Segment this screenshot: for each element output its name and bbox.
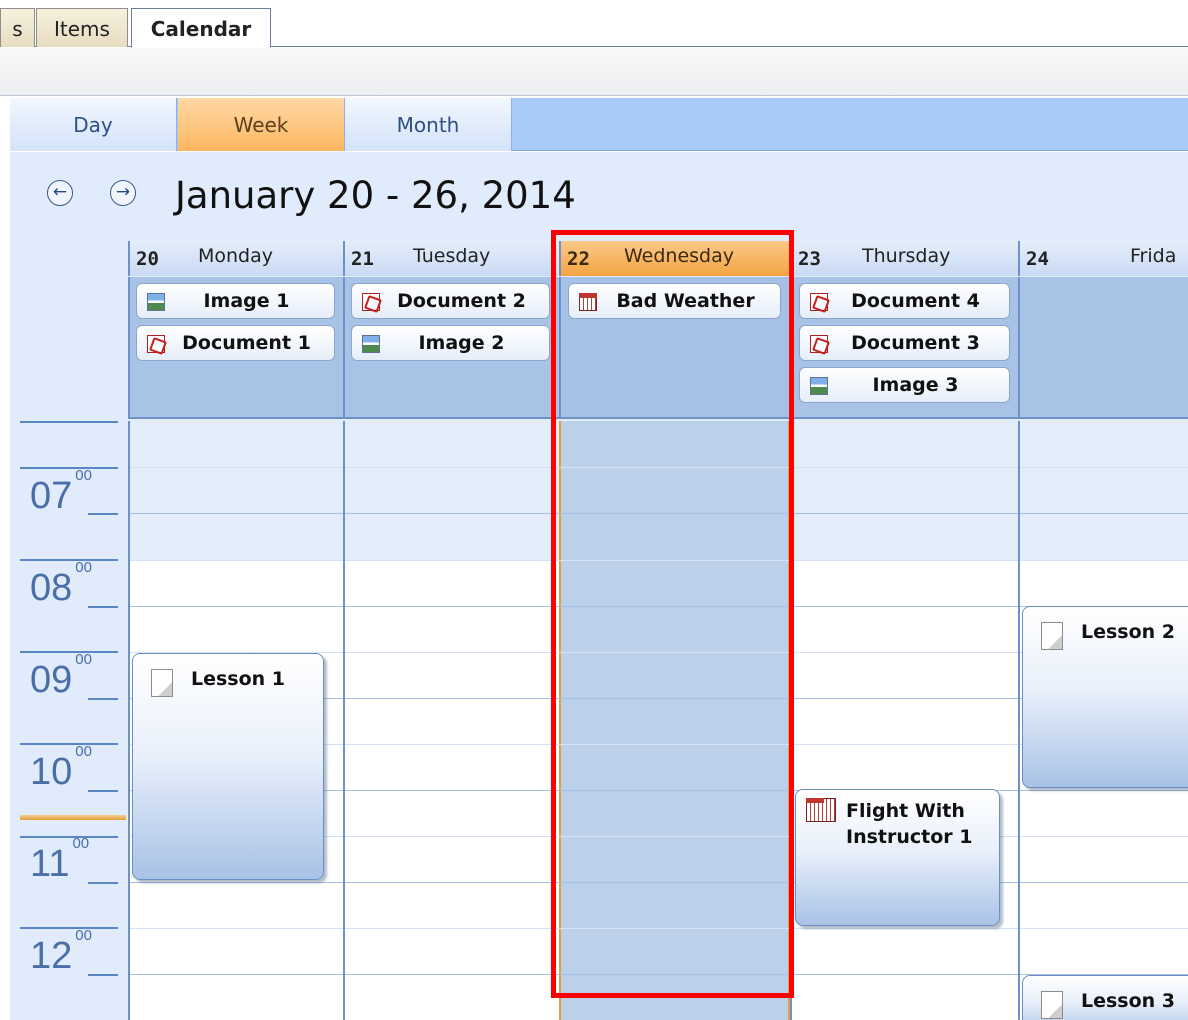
day-number: 24 (1026, 248, 1049, 270)
minutes-text: 00 (75, 927, 92, 945)
appointment-title: Flight With Instructor 1 (846, 798, 973, 850)
allday-event-document-2[interactable]: Document 2 (351, 283, 550, 319)
gutter-line (88, 790, 118, 792)
appointment-lesson-2[interactable]: Lesson 2 (1022, 606, 1188, 788)
document-icon (1041, 991, 1063, 1019)
toolbar (0, 48, 1188, 96)
time-label-11: 11 00 (30, 835, 89, 886)
event-label: Document 4 (851, 290, 980, 312)
tab-partial[interactable]: s (0, 8, 35, 47)
gutter-line (20, 743, 118, 745)
view-label: Month (396, 112, 460, 137)
day-number: 23 (798, 248, 821, 270)
time-label-07: 07 00 (30, 467, 92, 518)
allday-event-document-1[interactable]: Document 1 (136, 325, 335, 361)
gutter-line (20, 559, 118, 561)
allday-event-image-2[interactable]: Image 2 (351, 325, 550, 361)
tab-calendar[interactable]: Calendar (131, 8, 271, 48)
event-label: Image 3 (872, 374, 959, 396)
gutter-line (20, 651, 118, 653)
allday-event-document-3[interactable]: Document 3 (799, 325, 1010, 361)
day-name: Thursday (862, 245, 951, 267)
gutter-line (88, 606, 118, 608)
minutes-text: 00 (72, 835, 90, 853)
appointment-title: Lesson 3 (1081, 990, 1176, 1012)
event-label: Document 2 (397, 290, 526, 312)
appointment-flight-with-instructor-1[interactable]: Flight With Instructor 1 (795, 789, 1000, 926)
time-label-09: 09 00 (30, 651, 92, 702)
calendar-event-icon (806, 798, 836, 822)
arrow-right-circle-icon[interactable]: → (110, 180, 136, 206)
hour-text: 09 (30, 659, 73, 701)
tab-strip: s Items Calendar (0, 0, 1188, 48)
minutes-text: 00 (75, 743, 92, 761)
day-header-tuesday[interactable]: 21 Tuesday (343, 241, 558, 276)
minutes-text: 00 (75, 467, 92, 485)
day-name: Frida (1130, 245, 1177, 267)
tab-label: s (12, 17, 23, 41)
view-switch-bar: Day Week Month (10, 98, 1188, 151)
gutter-line (20, 467, 118, 469)
view-label: Week (233, 112, 289, 137)
day-header-friday[interactable]: 24 Frida (1018, 241, 1188, 276)
gutter-line (88, 698, 118, 700)
gutter-line (20, 421, 118, 423)
hour-text: 11 (30, 843, 70, 885)
appointment-lesson-3[interactable]: Lesson 3 (1022, 975, 1188, 1020)
hour-text: 12 (30, 935, 73, 977)
day-number: 20 (136, 248, 159, 270)
tab-items[interactable]: Items (36, 8, 128, 47)
appointment-title-line-1: Flight With (846, 800, 965, 822)
minutes-text: 00 (75, 559, 92, 577)
event-label: Document 3 (851, 332, 980, 354)
minutes-text: 00 (75, 651, 92, 669)
gutter-line (88, 882, 118, 884)
allday-event-image-3[interactable]: Image 3 (799, 367, 1010, 403)
appointment-title: Lesson 1 (191, 668, 286, 690)
column-divider (1018, 421, 1020, 1020)
event-label: Image 1 (203, 290, 290, 312)
date-range-title: January 20 - 26, 2014 (175, 174, 576, 217)
appointment-lesson-1[interactable]: Lesson 1 (132, 653, 324, 880)
view-label: Day (73, 112, 113, 137)
allday-friday[interactable] (1018, 277, 1188, 419)
column-divider (128, 421, 130, 1020)
gutter-line (88, 513, 118, 515)
gutter-line (20, 927, 118, 929)
day-header-monday[interactable]: 20 Monday (128, 241, 343, 276)
appointment-title-line-2: Instructor 1 (846, 826, 973, 848)
gutter-line (20, 836, 118, 838)
time-label-10: 10 00 (30, 743, 92, 794)
tab-label: Calendar (150, 17, 252, 41)
tab-label: Items (54, 17, 110, 41)
prev-arrow-glyph: ← (52, 182, 68, 202)
allday-event-document-4[interactable]: Document 4 (799, 283, 1010, 319)
document-icon (1041, 622, 1063, 650)
highlight-box (551, 230, 794, 998)
time-label-08: 08 00 (30, 559, 92, 610)
arrow-left-circle-icon[interactable]: ← (47, 180, 73, 206)
month-view-button[interactable]: Month (345, 98, 512, 151)
column-divider (343, 421, 345, 1020)
day-name: Monday (198, 245, 274, 267)
day-number: 21 (351, 248, 374, 270)
appointment-title: Lesson 2 (1081, 621, 1176, 643)
day-view-button[interactable]: Day (10, 98, 177, 151)
hour-text: 10 (30, 751, 73, 793)
week-view-button[interactable]: Week (178, 98, 345, 151)
document-icon (151, 669, 173, 697)
day-name: Tuesday (413, 245, 491, 267)
event-label: Document 1 (182, 332, 311, 354)
next-arrow-glyph: → (115, 182, 131, 202)
time-label-12: 12 00 (30, 927, 92, 978)
gutter-line (88, 974, 118, 976)
current-time-indicator (20, 815, 126, 820)
day-header-thursday[interactable]: 23 Thursday (790, 241, 1018, 276)
allday-event-image-1[interactable]: Image 1 (136, 283, 335, 319)
hour-text: 07 (30, 475, 73, 517)
event-label: Image 2 (418, 332, 505, 354)
hour-text: 08 (30, 567, 73, 609)
